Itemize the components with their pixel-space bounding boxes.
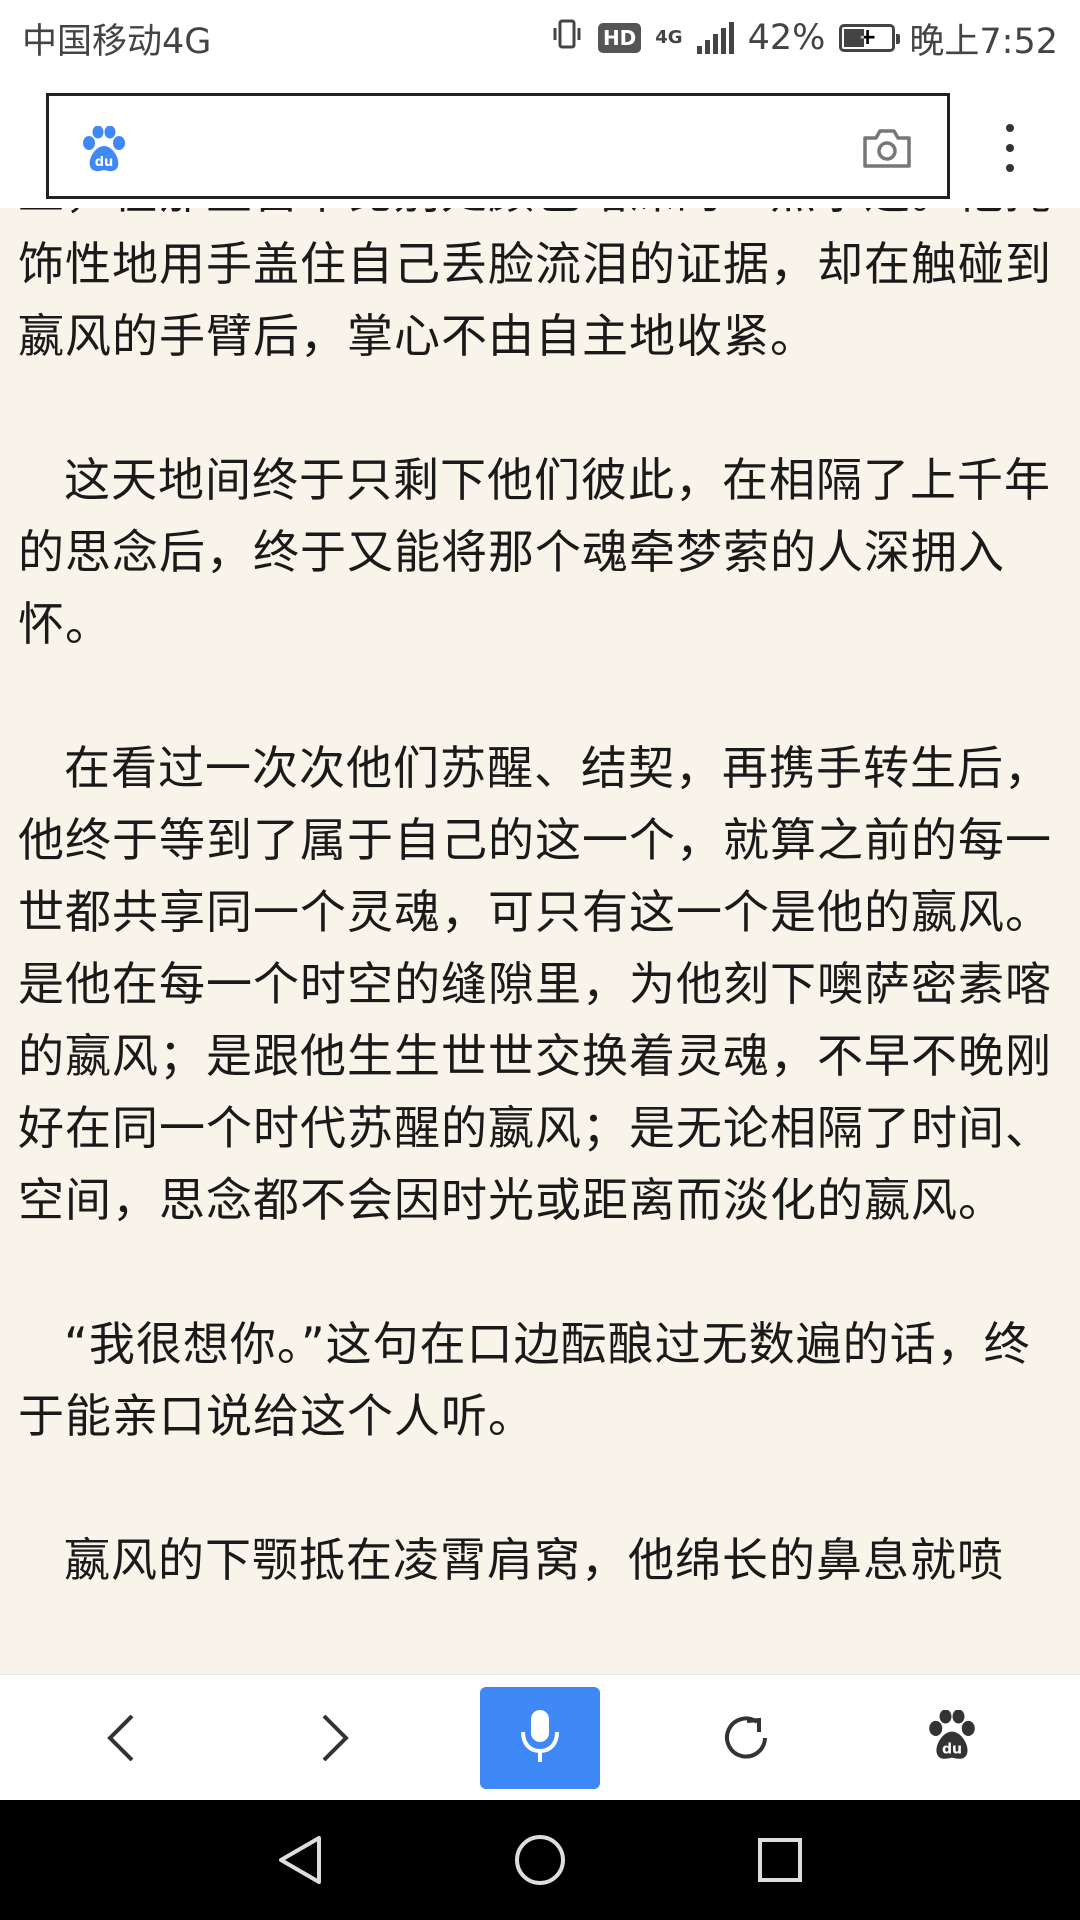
browser-header: du [0,76,1080,208]
camera-icon[interactable] [861,126,913,170]
carrier-label: 中国移动4G [22,21,212,62]
paragraph: 嬴风的下颚抵在凌霄肩窝，他绵长的鼻息就喷 [64,1533,1004,1587]
paragraph: 上，在那里留下比别处颜色略深的一点水迹。他掩饰性地用手盖住自己丢脸流泪的证据，却… [18,208,1052,363]
battery-icon: + [839,24,901,52]
home-button[interactable]: du [892,1687,1012,1789]
reader-content[interactable]: 上，在那里留下比别处颜色略深的一点水迹。他掩饰性地用手盖住自己丢脸流泪的证据，却… [0,208,1080,1674]
clock: 晚上7:52 [909,21,1058,62]
system-nav-bar [0,1800,1080,1920]
charging-icon: + [858,25,877,50]
article-body: 上，在那里留下比别处颜色略深的一点水迹。他掩饰性地用手盖住自己丢脸流泪的证据，却… [0,208,1080,1668]
forward-button[interactable] [274,1687,394,1789]
back-button[interactable] [62,1687,182,1789]
system-recents-button[interactable] [750,1830,810,1890]
paragraph: 在看过一次次他们苏醒、结契，再携手转生后，他终于等到了属于自己的这一个，就算之前… [18,741,1052,1227]
svg-text:du: du [942,1741,962,1757]
paragraph: “我很想你。”这句在口边酝酿过无数遍的话，终于能亲口说给这个人听。 [18,1317,1031,1443]
system-home-button[interactable] [510,1830,570,1890]
voice-search-button[interactable] [480,1687,600,1789]
battery-percent: 42% [747,18,826,58]
signal-icon [696,22,734,54]
status-bar: 中国移动4G HD 4G 42% + 晚上7:52 [0,0,1080,76]
baidu-paw-icon: du [927,1709,977,1766]
paragraph: 这天地间终于只剩下他们彼此，在相隔了上千年的思念后，终于又能将那个魂牵梦萦的人深… [18,453,1051,651]
baidu-paw-icon[interactable]: du [81,125,127,174]
browser-toolbar: du [0,1674,1080,1800]
refresh-button[interactable] [686,1687,806,1789]
hd-badge: HD [597,23,642,53]
network-type-label: 4G [655,27,683,48]
more-vertical-icon[interactable] [1000,124,1020,172]
search-box[interactable]: du [46,93,950,199]
svg-text:du: du [95,155,114,170]
microphone-icon [518,1708,562,1768]
system-back-button[interactable] [270,1830,330,1890]
vibrate-icon [550,17,584,60]
